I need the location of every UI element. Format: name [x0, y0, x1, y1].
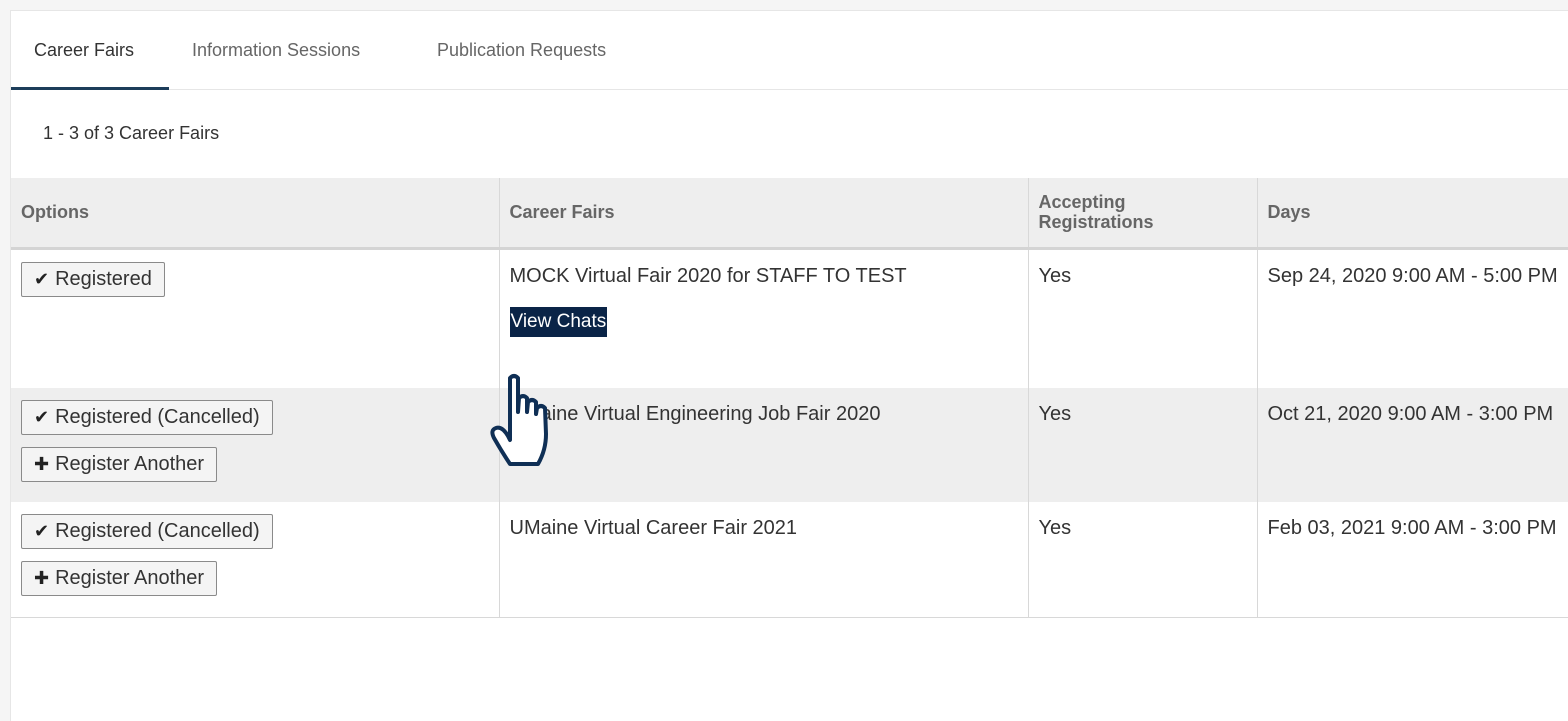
days-cell: Feb 03, 2021 9:00 AM - 3:00 PM	[1257, 502, 1568, 618]
tab-career-fairs[interactable]: Career Fairs	[11, 11, 169, 90]
accepting-cell: Yes	[1028, 502, 1258, 618]
accepting-header-line2: Registrations	[1038, 212, 1154, 233]
options-cell: ✔ Registered (Cancelled) ✚ Register Anot…	[11, 388, 500, 502]
career-fairs-panel: Career Fairs Information Sessions Public…	[10, 10, 1568, 721]
table-row: ✔ Registered (Cancelled) ✚ Register Anot…	[11, 388, 1568, 502]
accepting-cell: Yes	[1028, 388, 1258, 502]
column-header-options[interactable]: Options	[11, 178, 500, 250]
registered-cancelled-button[interactable]: ✔ Registered (Cancelled)	[21, 514, 273, 549]
career-fairs-table: Options Career Fairs Accepting Registrat…	[11, 178, 1568, 618]
column-header-career-fairs[interactable]: Career Fairs	[499, 178, 1029, 250]
table-row: ✔ Registered (Cancelled) ✚ Register Anot…	[11, 502, 1568, 618]
registered-button[interactable]: ✔ Registered	[21, 261, 165, 297]
registered-cancelled-button[interactable]: ✔ Registered (Cancelled)	[21, 400, 273, 435]
register-another-button-label: Register Another	[55, 453, 205, 475]
tab-publication-requests[interactable]: Publication Requests	[437, 11, 606, 90]
view-chats-link[interactable]: View Chats	[509, 306, 608, 337]
check-icon: ✔	[34, 407, 50, 427]
plus-icon: ✚	[34, 568, 50, 588]
accepting-cell: Yes	[1028, 248, 1258, 388]
column-header-days[interactable]: Days	[1257, 178, 1568, 250]
career-fair-cell: UMaine Virtual Engineering Job Fair 2020	[499, 388, 1029, 502]
registered-cancelled-button-label: Registered (Cancelled)	[55, 406, 260, 428]
results-count: 1 - 3 of 3 Career Fairs	[43, 123, 220, 143]
check-icon: ✔	[34, 268, 50, 289]
registered-cancelled-button-label: Registered (Cancelled)	[55, 520, 260, 542]
days-cell: Oct 21, 2020 9:00 AM - 3:00 PM	[1257, 388, 1568, 502]
options-cell: ✔ Registered (Cancelled) ✚ Register Anot…	[11, 502, 500, 618]
column-header-accepting-registrations[interactable]: Accepting Registrations	[1028, 178, 1258, 250]
career-fair-name: MOCK Virtual Fair 2020 for STAFF TO TEST	[509, 264, 907, 287]
accepting-header-line1: Accepting	[1038, 192, 1126, 213]
options-cell: ✔ Registered	[11, 248, 500, 388]
table-header-row: Options Career Fairs Accepting Registrat…	[11, 178, 1568, 250]
register-another-button-label: Register Another	[55, 567, 205, 589]
registered-button-label: Registered	[55, 267, 152, 290]
plus-icon: ✚	[34, 454, 50, 474]
register-another-button[interactable]: ✚ Register Another	[21, 561, 218, 596]
career-fair-cell: MOCK Virtual Fair 2020 for STAFF TO TEST…	[499, 248, 1029, 388]
register-another-button[interactable]: ✚ Register Another	[21, 447, 218, 482]
career-fair-cell: UMaine Virtual Career Fair 2021	[499, 502, 1029, 618]
days-cell: Sep 24, 2020 9:00 AM - 5:00 PM	[1257, 248, 1568, 388]
tab-information-sessions[interactable]: Information Sessions	[192, 11, 360, 90]
check-icon: ✔	[34, 521, 50, 541]
tab-bar: Career Fairs Information Sessions Public…	[11, 11, 1568, 90]
table-row: ✔ Registered MOCK Virtual Fair 2020 for …	[11, 248, 1568, 388]
